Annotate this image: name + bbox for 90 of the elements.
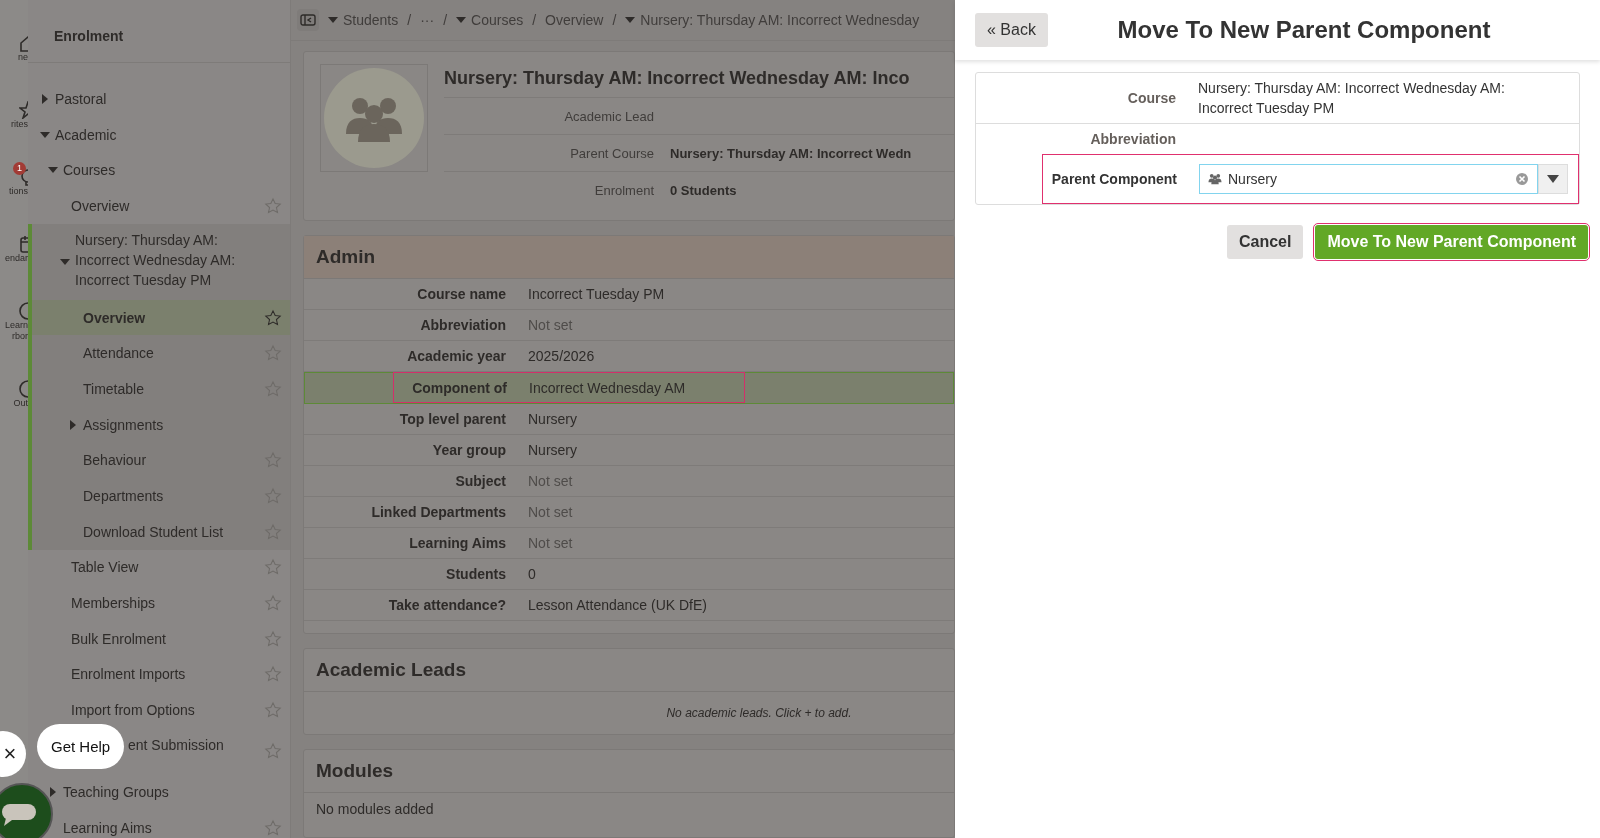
sidebar-item[interactable]: Behaviour xyxy=(83,447,147,474)
sidebar-item[interactable]: Enrolment Imports xyxy=(71,661,186,688)
field-label: Learning Aims xyxy=(408,535,507,551)
field-value: Nursery: Thursday AM: Incorrect Wedn xyxy=(670,145,912,161)
field-value: Not set xyxy=(528,473,573,489)
caret-icon[interactable] xyxy=(48,786,58,797)
field-label: Academic Lead xyxy=(563,108,655,124)
course-title: Nursery: Thursday AM: Incorrect Wednesday AM: Inco xyxy=(444,67,911,90)
sidebar-item[interactable]: Assignments xyxy=(83,411,164,438)
sidebar-item[interactable]: Teaching Groups xyxy=(63,778,169,805)
section-header: Academic Leads xyxy=(304,649,954,692)
sidebar-item[interactable]: Pastoral xyxy=(55,85,107,112)
sidebar-item[interactable]: Import from Options xyxy=(71,697,195,724)
sidebar-item[interactable]: Bulk Enrolment xyxy=(71,625,166,652)
field-value: 0 Students xyxy=(670,182,737,198)
sidebar-item[interactable]: Memberships xyxy=(71,590,156,617)
caret-icon[interactable] xyxy=(60,256,70,267)
rail-label[interactable]: Out xyxy=(13,398,28,409)
section-header: Modules xyxy=(304,750,954,793)
rail-label[interactable]: ne xyxy=(18,52,28,63)
empty-message: No modules added xyxy=(315,800,435,819)
field-label: Take attendance? xyxy=(387,597,507,613)
caret-icon[interactable] xyxy=(625,16,636,24)
sidebar-item[interactable]: Learning Aims xyxy=(63,814,152,838)
empty-message: No academic leads. Click + to add. xyxy=(665,705,853,722)
sidebar-toggle-icon[interactable] xyxy=(297,9,319,31)
rail-label[interactable]: tions xyxy=(9,186,28,197)
rail-label[interactable]: rites xyxy=(11,119,28,130)
sidebar-item[interactable]: Timetable xyxy=(83,375,144,402)
caret-icon[interactable] xyxy=(328,16,338,24)
breadcrumb-separator: / xyxy=(612,12,617,28)
caret-icon[interactable] xyxy=(456,16,467,24)
clear-icon[interactable] xyxy=(1515,172,1529,186)
back-button[interactable]: « Back xyxy=(975,13,1048,47)
sidebar-item[interactable]: Courses xyxy=(63,157,116,184)
chat-button[interactable] xyxy=(0,782,54,838)
breadcrumb-link[interactable]: Overview xyxy=(545,12,604,28)
field-value: Nursery xyxy=(528,442,577,458)
drawer-title: Move To New Parent Component xyxy=(1116,16,1492,44)
rail-label[interactable]: Learn xyxy=(4,320,28,331)
sidebar-item[interactable]: Academic xyxy=(55,121,117,148)
field-label: Linked Departments xyxy=(370,504,507,520)
field-label: Abbreviation xyxy=(419,317,507,333)
sidebar-item[interactable]: Table View xyxy=(71,554,139,581)
field-label: Top level parent xyxy=(398,411,507,427)
field-label: Year group xyxy=(431,442,507,458)
field-label: Course name xyxy=(416,286,507,302)
notification-badge: 1 xyxy=(13,162,26,175)
sidebar-item[interactable]: Overview xyxy=(71,192,130,219)
field-value: Not set xyxy=(528,535,573,551)
field-label: Enrolment xyxy=(593,182,655,198)
breadcrumb-separator: / xyxy=(443,12,448,28)
breadcrumb-separator: / xyxy=(532,12,537,28)
sidebar-item[interactable]: Attendance xyxy=(83,340,154,367)
rail-label[interactable]: rbor xyxy=(12,331,28,342)
move-button[interactable]: Move To New Parent Component xyxy=(1315,225,1588,259)
breadcrumb-link[interactable]: Nursery: Thursday AM: Incorrect Wednesday xyxy=(640,12,920,28)
rail-label[interactable]: endar xyxy=(4,253,28,264)
field-label: Component of xyxy=(411,380,508,396)
field-label: Parent Component xyxy=(1050,171,1178,187)
sidebar-title: Enrolment xyxy=(28,0,290,63)
cancel-button[interactable]: Cancel xyxy=(1226,225,1304,259)
sidebar-item[interactable]: Overview xyxy=(83,304,146,331)
breadcrumb-separator: / xyxy=(407,12,412,28)
field-label: Subject xyxy=(454,473,507,489)
sidebar-item[interactable]: Download Student List xyxy=(83,518,224,545)
sidebar-item[interactable]: Nursery: Thursday AM: Incorrect Wednesday AM: Incorrect Tuesday PM xyxy=(75,223,250,300)
field-label: Abbreviation xyxy=(1089,131,1177,147)
sidebar-item[interactable]: Departments xyxy=(83,483,164,510)
section-header: Admin xyxy=(304,236,954,279)
group-icon xyxy=(1208,173,1222,185)
field-value: 2025/2026 xyxy=(528,348,595,364)
field-value: Not set xyxy=(528,504,573,520)
field-value: Nursery: Thursday AM: Incorrect Wednesday AM: Incorrect Tuesday PM xyxy=(1198,79,1506,118)
caret-icon[interactable] xyxy=(40,93,50,104)
caret-icon[interactable] xyxy=(40,129,50,140)
dropdown-icon[interactable] xyxy=(1538,164,1568,194)
field-label: Students xyxy=(445,566,507,582)
field-value: Nursery xyxy=(528,411,577,427)
field-value: Not set xyxy=(528,317,573,333)
breadcrumb-link[interactable]: ··· xyxy=(420,12,435,28)
field-label: Course xyxy=(1126,90,1177,106)
caret-icon[interactable] xyxy=(68,419,78,430)
sidebar-item[interactable]: ent Submission xyxy=(128,728,224,758)
field-label: Parent Course xyxy=(569,145,655,161)
breadcrumb-link[interactable]: Courses xyxy=(471,12,524,28)
field-value: 0 xyxy=(528,566,536,582)
parent-select[interactable]: Nursery xyxy=(1199,164,1538,194)
field-label: Academic year xyxy=(406,348,507,364)
breadcrumb-link[interactable]: Students xyxy=(343,12,399,28)
